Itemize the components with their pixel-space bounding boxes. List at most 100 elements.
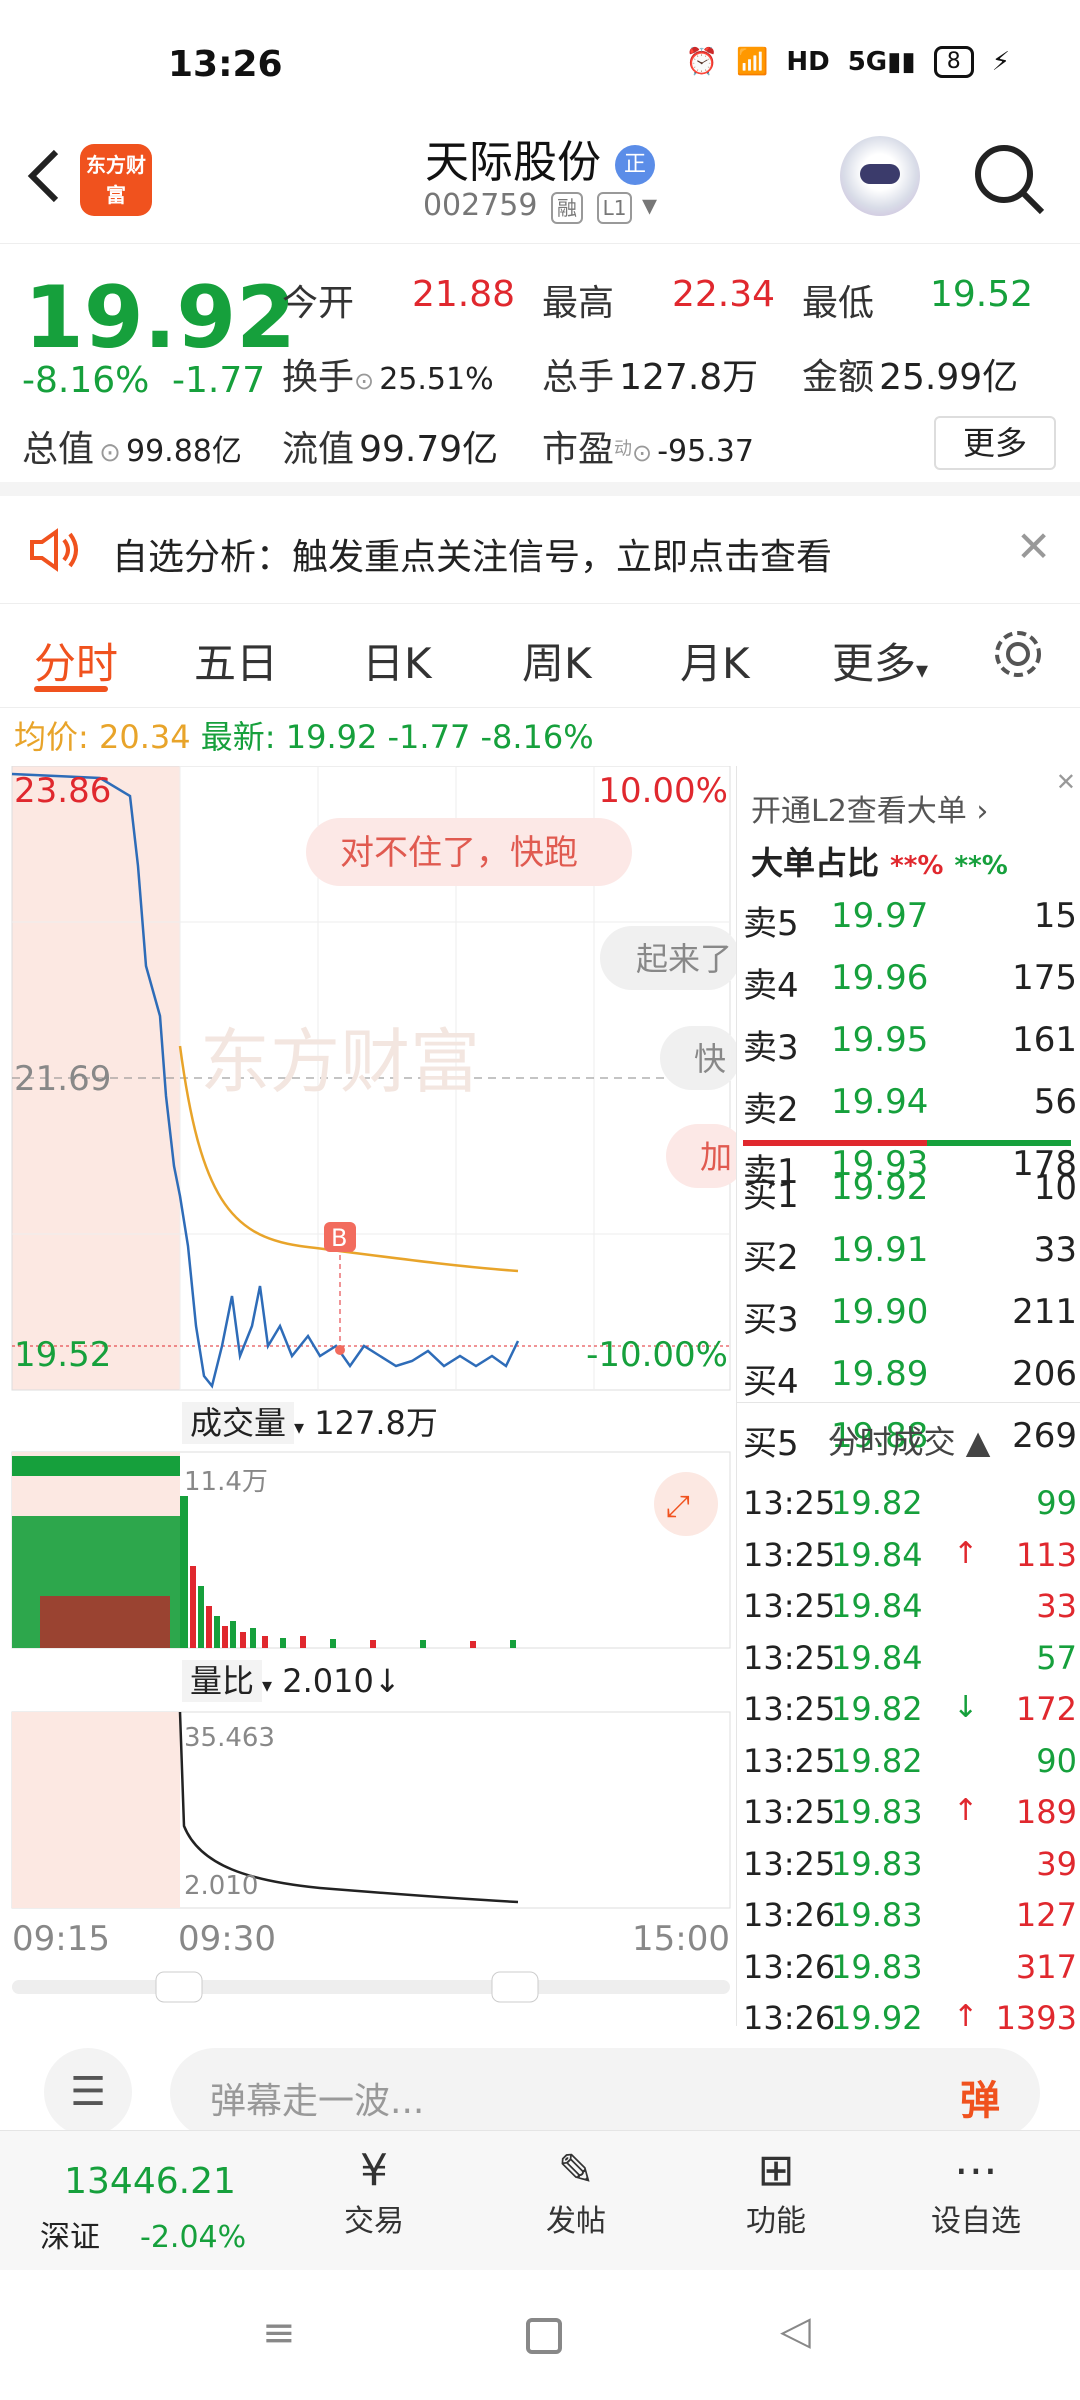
tick-row: 13:25 19.82 99 xyxy=(743,1484,1077,1532)
danmu-input[interactable]: 弹幕走一波... 弹 xyxy=(170,2048,1040,2138)
ratio-min-label: 2.010 xyxy=(184,1871,258,1901)
volume-value: 127.8万 xyxy=(619,357,759,398)
market-cap-value: 99.88亿 xyxy=(126,434,242,469)
tab-daily-k[interactable]: 日K xyxy=(362,630,432,691)
speaker-icon xyxy=(28,526,80,578)
search-icon[interactable] xyxy=(970,140,1050,220)
ratio-selector[interactable]: 量比 ▾ 2.010↓ xyxy=(182,1656,401,1702)
level-volume: 33 xyxy=(1033,1230,1077,1270)
more-button[interactable]: 更多 xyxy=(934,416,1056,470)
buy-level: 买3 19.90 211 xyxy=(743,1292,1077,1340)
pe-value: -95.37 xyxy=(657,434,754,469)
amount-label: 金额 xyxy=(802,357,875,398)
alarm-icon: ⏰ xyxy=(685,47,718,77)
range-handle-right[interactable] xyxy=(491,1971,539,2003)
index-ticker[interactable]: 13446.21 深证 -2.04% xyxy=(40,2161,260,2256)
l2-promo[interactable]: 开通L2查看大单 › xyxy=(751,786,988,830)
range-handle-left[interactable] xyxy=(155,1971,203,2003)
volume-selector[interactable]: 成交量 ▾ 127.8万 xyxy=(182,1398,438,1444)
tick-time: 13:25 xyxy=(743,1844,836,1883)
info-icon[interactable]: ⊙ xyxy=(99,438,121,468)
tick-price: 19.83 xyxy=(831,1793,923,1831)
volume-label: 总手 xyxy=(542,357,615,398)
stock-header: 东方财富 天际股份 正 002759 融 L1 ▾ xyxy=(0,120,1080,244)
tick-price: 19.83 xyxy=(831,1896,923,1934)
expand-icon[interactable]: ⤢ xyxy=(666,1489,690,1524)
menu-icon[interactable]: ≡ xyxy=(262,2310,296,2356)
level-price: 19.92 xyxy=(831,1168,929,1208)
last-pct: -8.16% xyxy=(480,718,594,756)
pe-label: 市盈 xyxy=(542,429,615,470)
level-label: 买3 xyxy=(743,1300,799,1340)
level-price: 19.94 xyxy=(831,1082,929,1122)
danmu-2: 起来了 xyxy=(636,940,732,978)
tick-time: 13:25 xyxy=(743,1690,836,1728)
level-price: 19.96 xyxy=(831,958,929,998)
tick-time: 13:25 xyxy=(743,1484,836,1522)
low-value: 19.52 xyxy=(930,274,1034,315)
nav-trade[interactable]: ¥ 交易 xyxy=(294,2145,454,2240)
change-pct: -8.16% xyxy=(22,360,150,401)
level-volume: 206 xyxy=(1012,1354,1077,1394)
level-tag: L1 xyxy=(596,192,633,224)
market-cap: 总值 ⊙ 99.88亿 xyxy=(22,420,242,472)
tab-underline xyxy=(34,686,108,692)
low-label: 最低 xyxy=(802,283,875,324)
dropdown-icon[interactable]: ▾ xyxy=(642,188,657,223)
time-start: 09:15 xyxy=(12,1919,110,1959)
avg-label: 均价: xyxy=(14,718,89,756)
big-order-row: 大单占比 **% **% xyxy=(751,838,1008,884)
tick-row: 13:26 19.83 127 xyxy=(743,1896,1077,1944)
tab-monthly-k[interactable]: 月K xyxy=(680,630,750,691)
close-promo-icon[interactable]: ✕ xyxy=(1056,768,1076,796)
level-label: 卖4 xyxy=(743,966,799,1006)
pct-top-label: 10.00% xyxy=(598,771,728,811)
notes-icon[interactable]: ☰ xyxy=(44,2048,132,2136)
ticks-header[interactable]: 分时成交 ▲ xyxy=(737,1402,1080,1463)
y-bottom-label: 19.52 xyxy=(14,1335,111,1375)
order-book: 开通L2查看大单 › ✕ 大单占比 **% **% 卖5 19.97 15 卖4 19.… xyxy=(736,766,1080,2037)
float-cap-field: 流值 99.79亿 xyxy=(282,420,498,472)
tick-row: 13:25 19.84 57 xyxy=(743,1639,1077,1687)
danmu-3: 快 xyxy=(694,1040,726,1078)
nav-add-watchlist[interactable]: ⋯ 设自选 xyxy=(896,2145,1056,2240)
danmu-send-button[interactable]: 弹 xyxy=(960,2068,1000,2126)
tab-more[interactable]: 更多▾ xyxy=(832,630,928,691)
tick-price: 19.84 xyxy=(831,1587,923,1625)
tab-five-day[interactable]: 五日 xyxy=(194,630,278,691)
tab-intraday[interactable]: 分时 xyxy=(34,630,118,691)
intraday-chart: 东方财富 B 对不住了，快跑 起来了 快 加 23.86 21.69 19.52… xyxy=(0,766,1080,2037)
tab-weekly-k[interactable]: 周K xyxy=(522,630,592,691)
index-pct: -2.04% xyxy=(140,2220,247,2255)
nav-post[interactable]: ✎ 发帖 xyxy=(496,2145,656,2240)
open-label: 今开 xyxy=(282,283,355,324)
info-icon[interactable]: ⊙ xyxy=(354,367,374,395)
back-nav-icon[interactable]: ◁ xyxy=(780,2308,811,2354)
stock-name: 天际股份 xyxy=(425,137,601,188)
nav-functions[interactable]: ⊞ 功能 xyxy=(696,2145,856,2240)
buy-level: 买1 19.92 10 xyxy=(743,1168,1077,1216)
tick-volume: 33 xyxy=(1036,1587,1077,1625)
signal-notice[interactable]: 自选分析：触发重点关注信号，立即点击查看 ✕ xyxy=(0,496,1080,604)
level-price: 19.90 xyxy=(831,1292,929,1332)
robot-avatar-icon[interactable] xyxy=(840,136,920,216)
turnover-field: 换手⊙ 25.51% xyxy=(282,348,494,400)
tab-more-label: 更多 xyxy=(832,639,917,688)
turnover-label: 换手 xyxy=(282,357,355,398)
home-icon[interactable] xyxy=(526,2318,562,2354)
intraday-summary: 均价: 20.34 最新: 19.92 -1.77 -8.16% xyxy=(14,712,594,758)
amount-field: 金额 25.99亿 xyxy=(802,348,1018,400)
buy-ratio-bar xyxy=(927,1140,1071,1146)
level-label: 卖2 xyxy=(743,1090,799,1130)
info-icon[interactable]: ⊙ xyxy=(632,439,652,467)
tick-arrow: ↑ xyxy=(953,1999,979,2034)
tick-price: 19.83 xyxy=(831,1947,923,1986)
close-icon[interactable]: ✕ xyxy=(1016,522,1051,571)
ticks-label: 分时成交 xyxy=(827,1423,956,1461)
chart-svg[interactable]: 东方财富 B 对不住了，快跑 起来了 快 加 23.86 21.69 19.52… xyxy=(0,766,736,2016)
vol-max-label: 11.4万 xyxy=(184,1467,268,1497)
gear-icon[interactable] xyxy=(990,626,1046,686)
open-value: 21.88 xyxy=(412,274,516,315)
tick-time: 13:26 xyxy=(743,1896,836,1934)
float-cap-value: 99.79亿 xyxy=(359,429,499,470)
